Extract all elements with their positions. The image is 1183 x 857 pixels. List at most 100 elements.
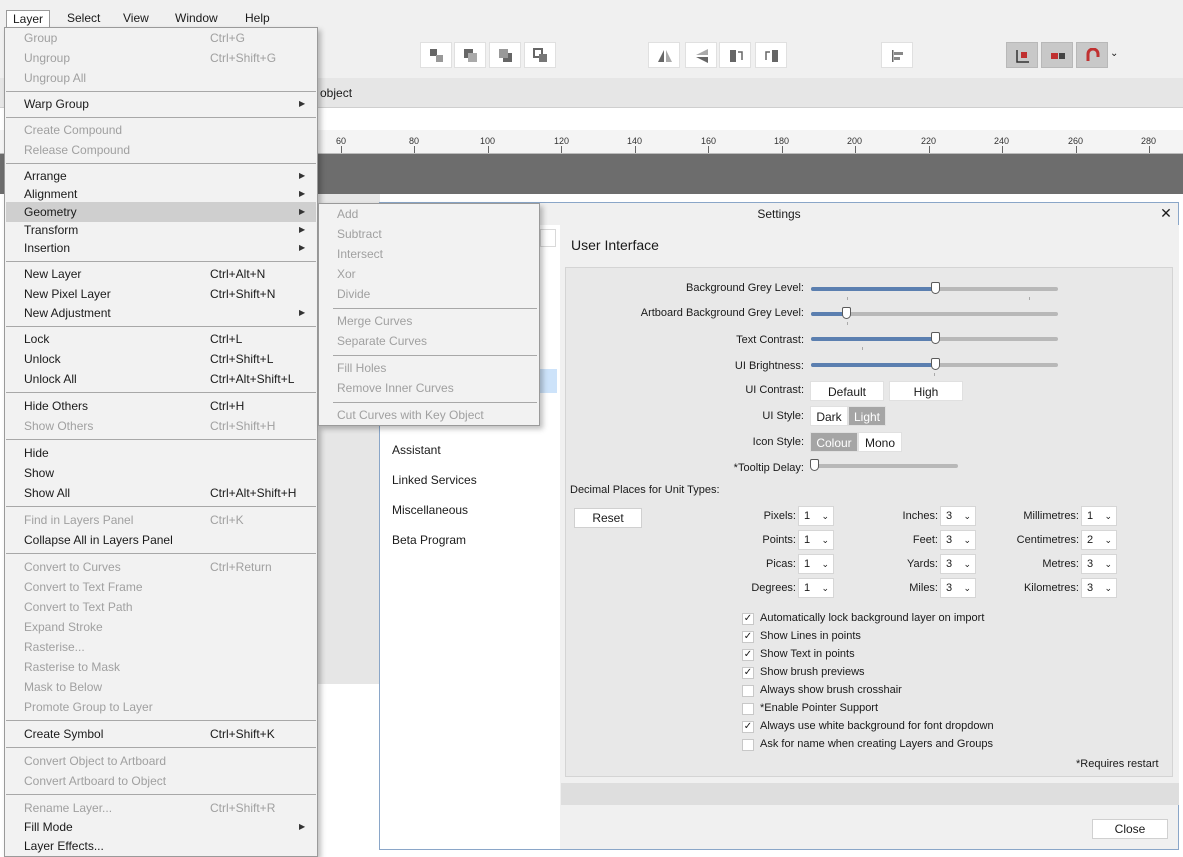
menu-item-show[interactable]: Show (6, 463, 316, 483)
yards-dropdown[interactable]: 3 ⌄ (940, 554, 976, 574)
menu-item-show-others[interactable]: Show Others Ctrl+Shift+H (6, 416, 316, 436)
checkbox-pointer-support[interactable] (742, 703, 754, 715)
snapping-grid-icon[interactable] (1006, 42, 1038, 68)
checkbox-lines-in-points[interactable]: ✓ (742, 631, 754, 643)
nav-item-assistant[interactable]: Assistant (392, 443, 441, 457)
menu-select[interactable]: Select (61, 10, 106, 28)
menu-item-separate-curves[interactable]: Separate Curves (319, 331, 539, 351)
menu-item-geometry[interactable]: Geometry ▶ (6, 202, 316, 222)
menu-item-release-compound[interactable]: Release Compound (6, 140, 316, 160)
tooltip-delay-slider[interactable] (809, 459, 958, 471)
menu-item-group[interactable]: Group Ctrl+G (6, 28, 316, 48)
centimetres-dropdown[interactable]: 2 ⌄ (1081, 530, 1117, 550)
menu-item-alignment[interactable]: Alignment ▶ (6, 184, 316, 204)
menu-item-convert-to-curves[interactable]: Convert to Curves Ctrl+Return (6, 557, 316, 577)
slider-thumb[interactable] (809, 459, 819, 471)
checkbox-text-in-points[interactable]: ✓ (742, 649, 754, 661)
menu-item-create-compound[interactable]: Create Compound (6, 120, 316, 140)
degrees-dropdown[interactable]: 1 ⌄ (798, 578, 834, 598)
nav-item-miscellaneous[interactable]: Miscellaneous (392, 503, 468, 517)
picas-dropdown[interactable]: 1 ⌄ (798, 554, 834, 574)
menu-item-intersect[interactable]: Intersect (319, 244, 539, 264)
menu-item-fill-mode[interactable]: Fill Mode ▶ (6, 817, 316, 837)
checkbox-white-font-background[interactable]: ✓ (742, 721, 754, 733)
ui-style-dark-button[interactable]: Dark (810, 406, 848, 426)
menu-item-expand-stroke[interactable]: Expand Stroke (6, 617, 316, 637)
slider-thumb[interactable] (841, 307, 851, 319)
arrange-icon[interactable] (524, 42, 556, 68)
millimetres-dropdown[interactable]: 1 ⌄ (1081, 506, 1117, 526)
menu-item-convert-to-text-path[interactable]: Convert to Text Path (6, 597, 316, 617)
menu-item-new-pixel-layer[interactable]: New Pixel Layer Ctrl+Shift+N (6, 284, 316, 304)
nav-search-box[interactable] (540, 229, 556, 247)
nav-item-beta-program[interactable]: Beta Program (392, 533, 466, 547)
magnet-icon[interactable] (1076, 42, 1108, 68)
menu-item-ungroup-all[interactable]: Ungroup All (6, 68, 316, 88)
icon-style-colour-button[interactable]: Colour (810, 432, 858, 452)
metres-dropdown[interactable]: 3 ⌄ (1081, 554, 1117, 574)
menu-item-new-layer[interactable]: New Layer Ctrl+Alt+N (6, 264, 316, 284)
menu-item-convert-object-to-artboard[interactable]: Convert Object to Artboard (6, 751, 316, 771)
menu-item-unlock-all[interactable]: Unlock All Ctrl+Alt+Shift+L (6, 369, 316, 389)
move-forward-icon[interactable] (489, 42, 521, 68)
menu-window[interactable]: Window (169, 10, 224, 28)
ui-contrast-default-button[interactable]: Default (810, 381, 884, 401)
menu-item-transform[interactable]: Transform ▶ (6, 220, 316, 240)
background-grey-slider[interactable] (811, 282, 1058, 294)
menu-item-convert-artboard-to-object[interactable]: Convert Artboard to Object (6, 771, 316, 791)
menu-item-promote-group-to-layer[interactable]: Promote Group to Layer (6, 697, 316, 717)
checkbox-lock-background[interactable]: ✓ (742, 613, 754, 625)
menu-item-create-symbol[interactable]: Create Symbol Ctrl+Shift+K (6, 724, 316, 744)
flip-horizontal-icon[interactable] (648, 42, 680, 68)
menu-item-add[interactable]: Add (319, 204, 539, 224)
menu-item-divide[interactable]: Divide (319, 284, 539, 304)
menu-view[interactable]: View (117, 10, 155, 28)
menu-item-fill-holes[interactable]: Fill Holes (319, 358, 539, 378)
checkbox-brush-previews[interactable]: ✓ (742, 667, 754, 679)
menu-item-hide-others[interactable]: Hide Others Ctrl+H (6, 396, 316, 416)
icon-style-mono-button[interactable]: Mono (858, 432, 902, 452)
slider-thumb[interactable] (930, 282, 940, 294)
menu-item-unlock[interactable]: Unlock Ctrl+Shift+L (6, 349, 316, 369)
menu-item-remove-inner-curves[interactable]: Remove Inner Curves (319, 378, 539, 398)
menu-layer[interactable]: Layer (6, 10, 51, 28)
close-button[interactable]: Close (1092, 819, 1168, 839)
menu-item-merge-curves[interactable]: Merge Curves (319, 311, 539, 331)
menu-item-find-in-layers-panel[interactable]: Find in Layers Panel Ctrl+K (6, 510, 316, 530)
snapping-dropdown-icon[interactable]: ⌄ (1110, 48, 1118, 59)
menu-item-lock[interactable]: Lock Ctrl+L (6, 329, 316, 349)
text-contrast-slider[interactable] (811, 332, 1058, 344)
close-icon[interactable]: ✕ (1158, 205, 1174, 221)
menu-item-hide[interactable]: Hide (6, 443, 316, 463)
slider-thumb[interactable] (930, 332, 940, 344)
align-left-icon[interactable] (881, 42, 913, 68)
menu-item-new-adjustment[interactable]: New Adjustment ▶ (6, 303, 316, 323)
menu-item-cut-curves-with-key-object[interactable]: Cut Curves with Key Object (319, 405, 539, 425)
menu-item-show-all[interactable]: Show All Ctrl+Alt+Shift+H (6, 483, 316, 503)
menu-item-warp-group[interactable]: Warp Group ▶ (6, 94, 316, 114)
menu-item-rename-layer[interactable]: Rename Layer... Ctrl+Shift+R (6, 798, 316, 818)
points-dropdown[interactable]: 1 ⌄ (798, 530, 834, 550)
menu-item-arrange[interactable]: Arrange ▶ (6, 166, 316, 186)
pixels-dropdown[interactable]: 1 ⌄ (798, 506, 834, 526)
kilometres-dropdown[interactable]: 3 ⌄ (1081, 578, 1117, 598)
menu-item-rasterise[interactable]: Rasterise... (6, 637, 316, 657)
checkbox-brush-crosshair[interactable] (742, 685, 754, 697)
ui-style-light-button[interactable]: Light (848, 406, 886, 426)
menu-item-collapse-all-in-layers-panel[interactable]: Collapse All in Layers Panel (6, 530, 316, 550)
nav-item-linked-services[interactable]: Linked Services (392, 473, 477, 487)
reset-button[interactable]: Reset (574, 508, 642, 528)
rotate-left-icon[interactable] (719, 42, 751, 68)
snapping-toggle-icon[interactable] (1041, 42, 1073, 68)
menu-help[interactable]: Help (239, 10, 276, 28)
menu-item-rasterise-to-mask[interactable]: Rasterise to Mask (6, 657, 316, 677)
menu-item-insertion[interactable]: Insertion ▶ (6, 238, 316, 258)
inches-dropdown[interactable]: 3 ⌄ (940, 506, 976, 526)
ui-brightness-slider[interactable] (811, 358, 1058, 370)
menu-item-mask-to-below[interactable]: Mask to Below (6, 677, 316, 697)
rotate-right-icon[interactable] (755, 42, 787, 68)
menu-item-convert-to-text-frame[interactable]: Convert to Text Frame (6, 577, 316, 597)
menu-item-layer-effects[interactable]: Layer Effects... (6, 836, 316, 856)
menu-item-subtract[interactable]: Subtract (319, 224, 539, 244)
ui-contrast-high-button[interactable]: High (889, 381, 963, 401)
